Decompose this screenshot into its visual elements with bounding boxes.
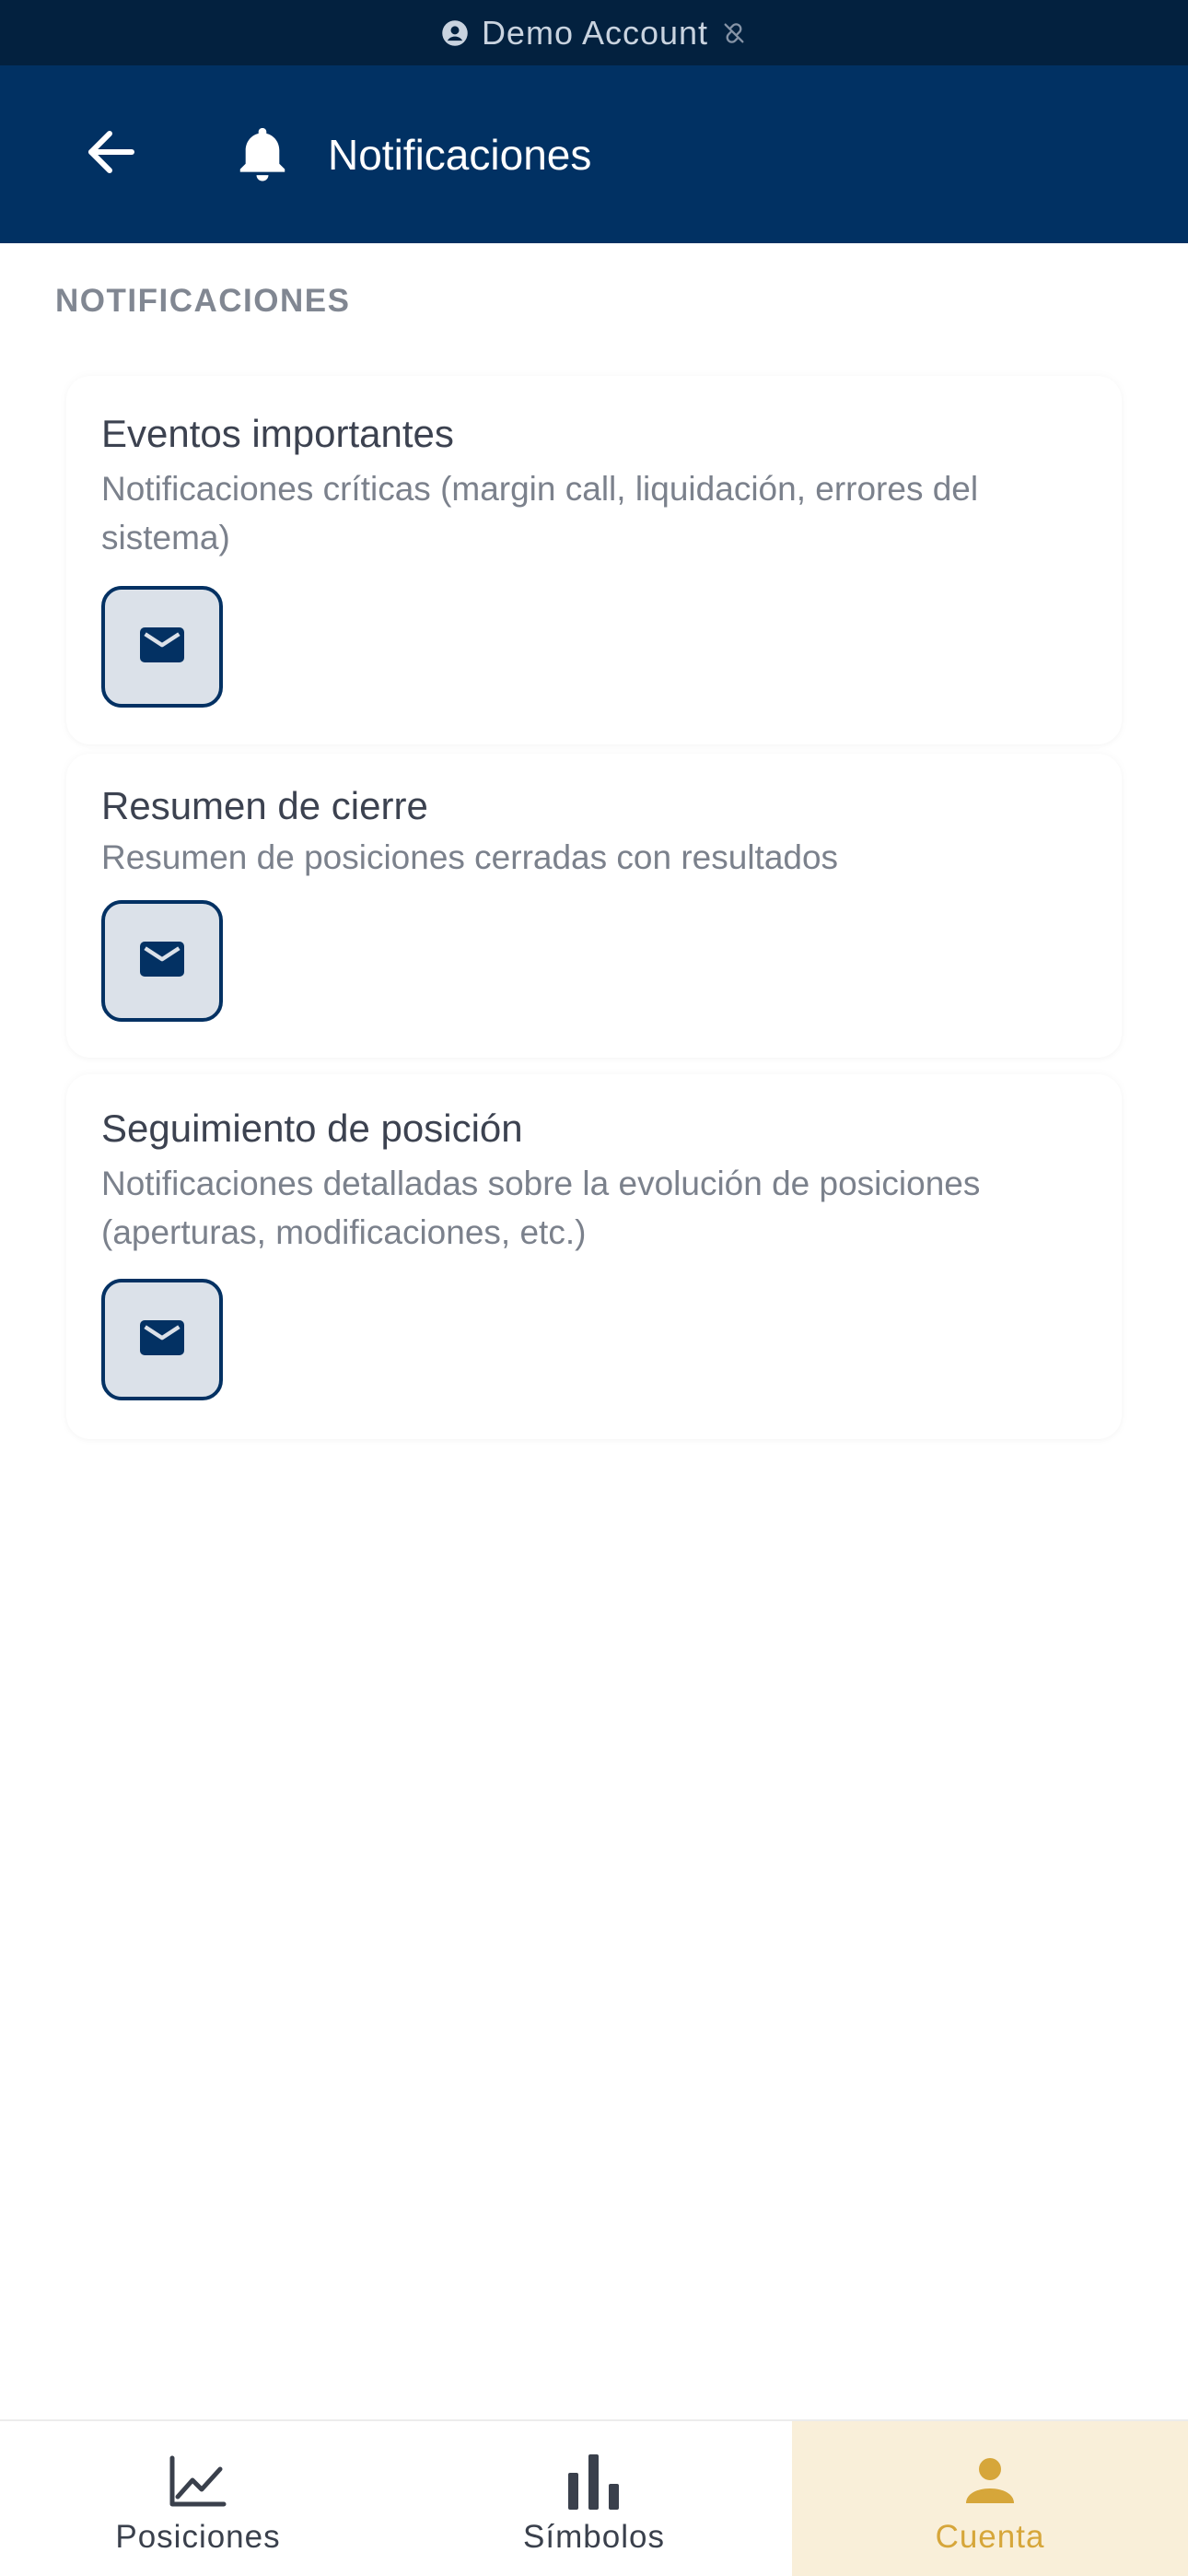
email-toggle-button[interactable] <box>101 900 223 1022</box>
card-title: Eventos importantes <box>101 412 454 455</box>
notification-card-closing-summary: Resumen de cierre Resumen de posiciones … <box>66 754 1122 1058</box>
mail-icon <box>140 941 184 981</box>
nav-item-symbols[interactable]: Símbolos <box>396 2421 792 2576</box>
card-description: Notificaciones críticas (margin call, li… <box>101 470 979 556</box>
back-button[interactable] <box>74 118 147 192</box>
line-chart-icon <box>166 2449 230 2513</box>
app-header: Notificaciones <box>0 65 1188 243</box>
notification-card-important-events: Eventos importantes Notificaciones críti… <box>66 376 1122 744</box>
card-description: Notificaciones detalladas sobre la evolu… <box>101 1165 981 1251</box>
page-title: Notificaciones <box>328 130 592 179</box>
nav-item-positions[interactable]: Posiciones <box>0 2421 396 2576</box>
mail-icon <box>140 626 184 667</box>
person-icon <box>958 2449 1022 2513</box>
demo-account-banner: Demo Account <box>0 0 1188 65</box>
section-title: NOTIFICACIONES <box>55 283 351 319</box>
arrow-left-icon <box>86 129 135 180</box>
bell-icon <box>232 123 293 187</box>
card-title: Seguimiento de posición <box>101 1107 523 1150</box>
card-description: Resumen de posiciones cerradas con resul… <box>101 838 839 876</box>
link-off-icon <box>721 20 747 46</box>
mail-icon <box>140 1319 184 1360</box>
nav-label: Cuenta <box>935 2519 1045 2555</box>
email-toggle-button[interactable] <box>101 586 223 708</box>
bar-chart-icon <box>562 2449 626 2513</box>
nav-label: Símbolos <box>523 2519 665 2555</box>
nav-label: Posiciones <box>115 2519 281 2555</box>
email-toggle-button[interactable] <box>101 1279 223 1400</box>
card-title: Resumen de cierre <box>101 784 428 827</box>
bottom-navigation: Posiciones Símbolos Cuenta <box>0 2419 1188 2576</box>
demo-account-label: Demo Account <box>481 13 709 52</box>
nav-item-account[interactable]: Cuenta <box>792 2421 1188 2576</box>
account-circle-icon <box>441 19 469 47</box>
notification-card-position-tracking: Seguimiento de posición Notificaciones d… <box>66 1074 1122 1439</box>
app-root: Demo Account Notificaciones NOTIFICACION… <box>0 0 1188 2576</box>
